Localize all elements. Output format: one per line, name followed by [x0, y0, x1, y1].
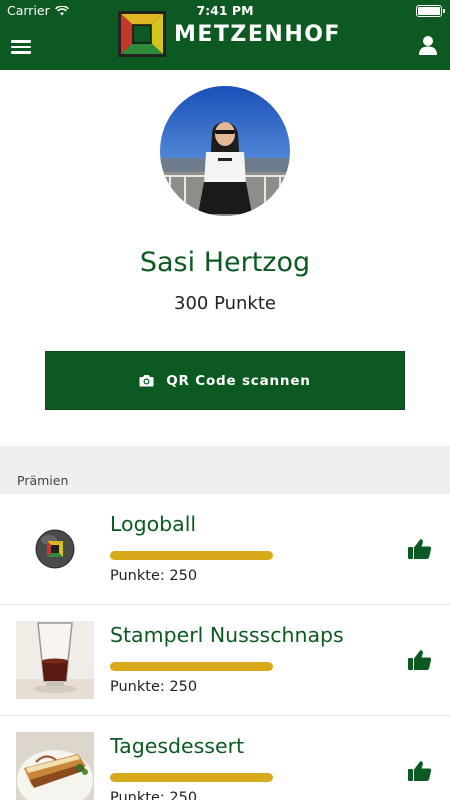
reward-points: Punkte: 250: [110, 568, 198, 584]
profile-section: Sasi Hertzog 300 Punkte QR Code scannen: [0, 70, 450, 446]
reward-image: [16, 732, 94, 800]
user-profile-button[interactable]: [417, 34, 439, 56]
reward-progress-fill: [110, 662, 273, 671]
reward-points: Punkte: 250: [110, 790, 198, 800]
user-name: Sasi Hertzog: [139, 247, 311, 278]
reward-title: Stamperl Nussschnaps: [110, 623, 344, 647]
battery-icon: [416, 5, 445, 17]
reward-image: [16, 621, 94, 699]
logo-text: METZENHOF: [174, 21, 341, 47]
hamburger-menu-icon-line: [11, 40, 31, 43]
reward-progress-bar: [110, 662, 273, 671]
reward-progress-fill: [110, 551, 273, 560]
hamburger-menu-icon-line: [11, 51, 31, 54]
app-logo: METZENHOF: [118, 11, 341, 57]
section-title: Prämien: [17, 473, 69, 488]
list-item[interactable]: Stamperl Nussschnaps Punkte: 250: [0, 605, 450, 716]
menu-button[interactable]: [11, 37, 35, 57]
thumbs-up-icon: [408, 650, 432, 670]
rewards-section-header: Prämien: [0, 446, 450, 494]
list-item[interactable]: Tagesdessert Punkte: 250: [0, 716, 450, 800]
reward-progress-fill: [110, 773, 273, 782]
avatar[interactable]: [160, 86, 290, 216]
rewards-list: Logoball Punkte: 250 Stamperl Nussschnap…: [0, 494, 450, 800]
user-points: 300 Punkte: [174, 293, 276, 314]
qr-scan-button[interactable]: QR Code scannen: [45, 351, 405, 410]
camera-icon: [139, 375, 154, 387]
top-bar: Carrier 7:41 PM METZENHOF: [0, 0, 450, 70]
avatar-photo: [160, 86, 290, 216]
hamburger-menu-icon-line: [11, 45, 31, 48]
reward-points: Punkte: 250: [110, 679, 198, 695]
thumbs-up-icon: [408, 539, 432, 559]
reward-image: [16, 510, 94, 588]
reward-title: Tagesdessert: [110, 734, 245, 758]
user-icon: [419, 36, 437, 55]
reward-progress-bar: [110, 773, 273, 782]
qr-scan-label: QR Code scannen: [166, 372, 311, 389]
reward-title: Logoball: [110, 512, 197, 536]
logo-mark-icon: [118, 11, 166, 57]
thumbs-up-icon: [408, 761, 432, 781]
reward-progress-bar: [110, 551, 273, 560]
app-screen: Carrier 7:41 PM METZENHOF Sasi Hertzog 3…: [0, 0, 450, 800]
list-item[interactable]: Logoball Punkte: 250: [0, 494, 450, 605]
